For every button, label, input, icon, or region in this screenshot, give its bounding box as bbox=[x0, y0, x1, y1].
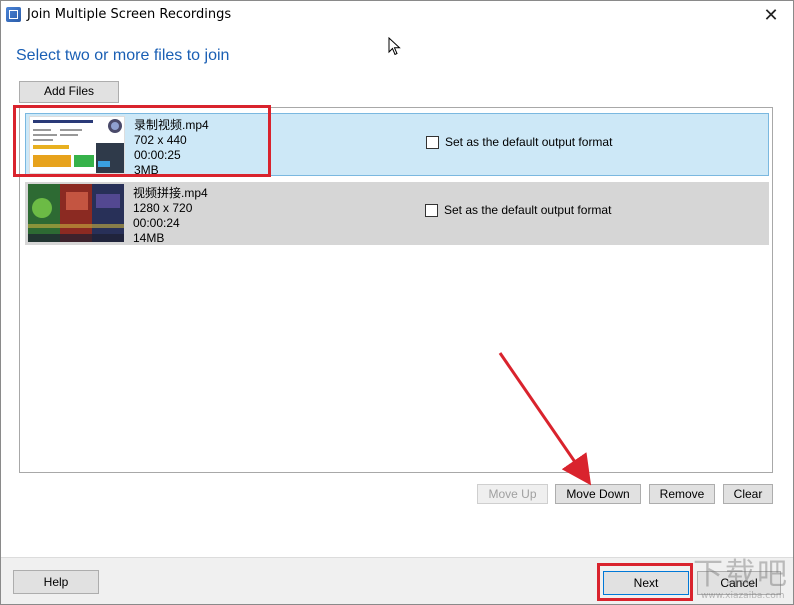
default-format-option[interactable]: Set as the default output format bbox=[426, 135, 612, 149]
add-files-button[interactable]: Add Files bbox=[19, 81, 119, 103]
watermark-url: www.xiazaiba.com bbox=[701, 591, 785, 601]
file-resolution: 1280 x 720 bbox=[133, 201, 193, 215]
default-format-checkbox[interactable] bbox=[426, 135, 439, 149]
default-format-label: Set as the default output format bbox=[445, 135, 613, 149]
mouse-cursor-icon bbox=[388, 37, 401, 56]
app-icon bbox=[6, 7, 21, 22]
title-bar: Join Multiple Screen Recordings ✕ bbox=[1, 1, 793, 29]
file-duration: 00:00:24 bbox=[133, 216, 180, 230]
file-info: 录制视频.mp4 702 x 440 00:00:25 3MB bbox=[134, 118, 209, 178]
remove-button[interactable]: Remove bbox=[649, 484, 715, 504]
move-up-button[interactable]: Move Up bbox=[477, 484, 548, 504]
file-row[interactable]: 录制视频.mp4 702 x 440 00:00:25 3MB Set as t… bbox=[25, 113, 769, 178]
dialog-window: Join Multiple Screen Recordings ✕ Select… bbox=[0, 0, 794, 605]
file-resolution: 702 x 440 bbox=[134, 133, 187, 147]
file-duration: 00:00:25 bbox=[134, 148, 181, 162]
file-list[interactable]: 录制视频.mp4 702 x 440 00:00:25 3MB Set as t… bbox=[19, 107, 773, 473]
watermark-logo: 下载吧 bbox=[693, 557, 789, 592]
file-name: 录制视频.mp4 bbox=[134, 118, 209, 132]
window-title: Join Multiple Screen Recordings bbox=[27, 7, 232, 22]
move-down-button[interactable]: Move Down bbox=[555, 484, 641, 504]
help-button[interactable]: Help bbox=[13, 570, 99, 594]
video-thumbnail bbox=[28, 184, 124, 242]
file-info: 视频拼接.mp4 1280 x 720 00:00:24 14MB bbox=[133, 186, 208, 246]
video-thumbnail bbox=[29, 116, 125, 174]
next-button[interactable]: Next bbox=[603, 571, 689, 595]
default-format-checkbox[interactable] bbox=[425, 203, 438, 217]
default-format-label: Set as the default output format bbox=[444, 203, 612, 217]
default-format-option[interactable]: Set as the default output format bbox=[425, 203, 611, 217]
clear-button[interactable]: Clear bbox=[723, 484, 773, 504]
file-name: 视频拼接.mp4 bbox=[133, 186, 208, 200]
file-size: 14MB bbox=[133, 231, 165, 245]
page-heading: Select two or more files to join bbox=[16, 47, 230, 64]
file-row[interactable]: 视频拼接.mp4 1280 x 720 00:00:24 14MB Set as… bbox=[25, 182, 769, 245]
close-icon[interactable]: ✕ bbox=[749, 1, 793, 29]
file-size: 3MB bbox=[134, 163, 159, 177]
